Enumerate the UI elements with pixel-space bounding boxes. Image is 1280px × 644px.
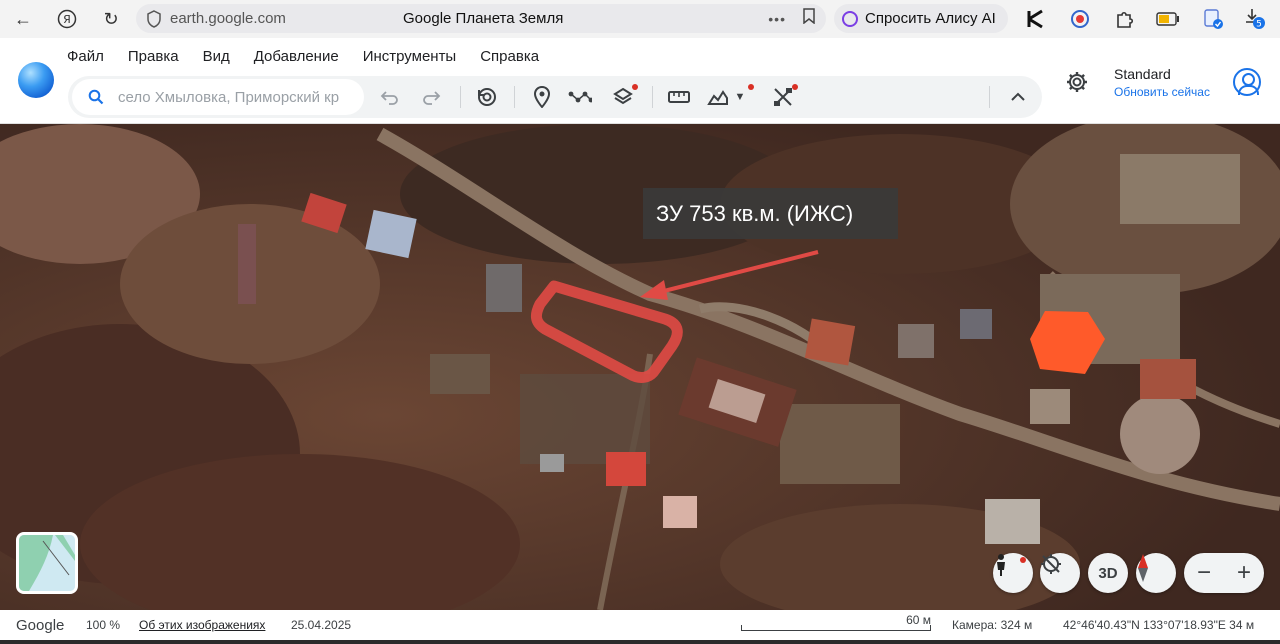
measure-alert-dot xyxy=(792,84,798,90)
zoom-control: − + xyxy=(1184,553,1264,593)
map-view[interactable]: ЗУ 753 кв.м. (ИЖС) 3D − + xyxy=(0,124,1280,610)
search-input[interactable]: село Хмыловка, Приморский кр xyxy=(118,89,354,106)
layers-alert-dot xyxy=(632,84,638,90)
chevron-down-icon[interactable]: ▼ xyxy=(732,85,748,109)
kinopoisk-extension-icon[interactable] xyxy=(1023,6,1049,32)
path-icon[interactable] xyxy=(568,85,592,109)
minimap-thumbnail[interactable] xyxy=(16,532,78,594)
toolbar-divider xyxy=(460,86,461,108)
bookmark-icon[interactable] xyxy=(802,8,816,29)
coordinates: 42°46'40.43"N 133°07'18.93"E 34 м xyxy=(1063,618,1255,632)
menu-bar: Файл Правка Вид Добавление Инструменты С… xyxy=(67,48,563,65)
about-imagery-link[interactable]: Об этих изображениях xyxy=(139,618,265,632)
redo-icon[interactable] xyxy=(419,85,443,109)
scale-line xyxy=(741,625,931,631)
annotation-label: ЗУ 753 кв.м. (ИЖС) xyxy=(643,188,898,239)
search-box[interactable]: село Хмыловка, Приморский кр xyxy=(72,79,364,115)
scale-bar[interactable]: 60 м xyxy=(741,613,931,633)
satellite-imagery xyxy=(0,124,1280,610)
zoom-percent: 100 % xyxy=(86,618,121,632)
menu-edit[interactable]: Правка xyxy=(128,48,179,65)
placemark-icon[interactable] xyxy=(530,85,554,109)
layers-icon[interactable] xyxy=(611,85,635,109)
reset-north-icon[interactable] xyxy=(1040,553,1080,593)
menu-add[interactable]: Добавление xyxy=(254,48,339,65)
history-icon[interactable] xyxy=(475,85,499,109)
elevation-profile-icon[interactable] xyxy=(706,85,730,109)
menu-file[interactable]: Файл xyxy=(67,48,104,65)
elevation-alert-dot xyxy=(748,84,754,90)
undo-icon[interactable] xyxy=(378,85,402,109)
camera-altitude: Камера: 324 м xyxy=(952,618,1033,632)
tab-title: Google Планета Земля xyxy=(403,10,564,27)
pegman-alert-dot xyxy=(1020,557,1026,563)
plan-info: Standard Обновить сейчас xyxy=(1114,66,1210,99)
site-security-icon[interactable] xyxy=(146,9,162,28)
plan-name: Standard xyxy=(1114,66,1171,82)
app-header: Файл Правка Вид Добавление Инструменты С… xyxy=(0,38,1280,124)
back-arrow-icon[interactable]: ← xyxy=(8,4,38,34)
url-text[interactable]: earth.google.com xyxy=(170,10,286,27)
chevron-up-icon[interactable] xyxy=(1006,85,1030,109)
ruler-icon[interactable] xyxy=(667,85,691,109)
menu-tools[interactable]: Инструменты xyxy=(363,48,457,65)
extension-badge-icon[interactable] xyxy=(1067,6,1093,32)
profile-verified-icon[interactable] xyxy=(1200,6,1226,32)
google-earth-logo-icon[interactable] xyxy=(18,62,54,98)
menu-help[interactable]: Справка xyxy=(480,48,539,65)
reload-icon[interactable]: ↻ xyxy=(96,4,126,34)
more-icon[interactable]: ••• xyxy=(768,11,786,27)
alice-label: Спросить Алису AI xyxy=(865,10,996,27)
toolbar-divider xyxy=(514,86,515,108)
upgrade-link[interactable]: Обновить сейчас xyxy=(1114,85,1210,99)
toolbar-divider xyxy=(989,86,990,108)
address-bar[interactable]: earth.google.com Google Планета Земля ••… xyxy=(136,4,826,33)
minimap-image xyxy=(19,535,75,591)
toolbar: село Хмыловка, Приморский кр ▼ xyxy=(68,76,1042,118)
zoom-in-button[interactable]: + xyxy=(1237,559,1251,587)
google-logo: Google xyxy=(16,616,65,634)
gear-icon[interactable] xyxy=(1066,71,1088,99)
compass-icon[interactable] xyxy=(1136,553,1176,593)
toolbar-divider xyxy=(652,86,653,108)
battery-icon xyxy=(1155,6,1181,32)
yandex-icon[interactable]: Я xyxy=(52,4,82,34)
scale-label: 60 м xyxy=(906,613,931,627)
imagery-date: 25.04.2025 xyxy=(291,618,352,632)
alice-icon xyxy=(842,10,858,27)
status-bar: Google 100 % Об этих изображениях 25.04.… xyxy=(0,610,1280,640)
search-icon xyxy=(88,89,104,105)
zoom-out-button[interactable]: − xyxy=(1197,559,1211,587)
downloads-count: 5 xyxy=(1256,20,1262,30)
pegman-icon[interactable] xyxy=(993,553,1033,593)
svg-text:Я: Я xyxy=(63,13,71,26)
extensions-puzzle-icon[interactable] xyxy=(1111,6,1137,32)
browser-bar: ← Я ↻ earth.google.com Google Планета Зе… xyxy=(0,0,1280,38)
3d-toggle-button[interactable]: 3D xyxy=(1088,553,1128,593)
account-icon[interactable] xyxy=(1233,68,1261,96)
alice-button[interactable]: Спросить Алису AI xyxy=(834,4,1008,33)
menu-view[interactable]: Вид xyxy=(203,48,230,65)
measure-edit-icon[interactable] xyxy=(771,85,795,109)
downloads-icon[interactable]: 5 xyxy=(1242,6,1268,32)
window-bottom-edge xyxy=(0,640,1280,644)
